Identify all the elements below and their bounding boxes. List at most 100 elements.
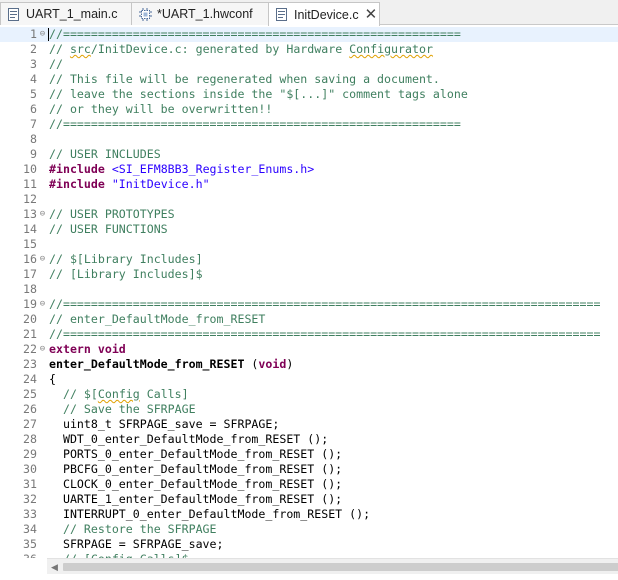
code-line[interactable]: 30 PBCFG_0_enter_DefaultMode_from_RESET … — [0, 462, 618, 477]
line-number: 7 — [30, 117, 37, 131]
c-file-icon — [276, 8, 288, 21]
line-number: 17 — [23, 267, 37, 281]
code-line[interactable]: 1 ⊖//====================================… — [0, 27, 618, 42]
line-number: 34 — [23, 522, 37, 536]
code-line[interactable]: 14 // USER FUNCTIONS — [0, 222, 618, 237]
code-line[interactable]: 10 #include <SI_EFM8BB3_Register_Enums.h> — [0, 162, 618, 177]
code-token: { — [49, 372, 56, 386]
c-file-icon — [8, 7, 20, 21]
code-line[interactable]: 26 // Save the SFRPAGE — [0, 402, 618, 417]
code-token: // USER FUNCTIONS — [49, 222, 168, 236]
code-text: // leave the sections inside the "$[...]… — [49, 87, 468, 102]
code-line[interactable]: 27 uint8_t SFRPAGE_save = SFRPAGE; — [0, 417, 618, 432]
code-token: Calls] — [139, 387, 189, 401]
code-token: PBCFG_0_enter_DefaultMode_from_RESET (); — [49, 462, 343, 476]
scroll-left-icon[interactable]: ◀ — [51, 562, 58, 573]
fold-toggle-icon[interactable]: ⊖ — [38, 252, 47, 267]
code-text: CLOCK_0_enter_DefaultMode_from_RESET (); — [49, 477, 342, 492]
code-text: // This file will be regenerated when sa… — [49, 72, 440, 87]
code-line[interactable]: 3 // — [0, 57, 618, 72]
code-editor[interactable]: 1 ⊖//====================================… — [0, 26, 618, 558]
horizontal-scrollbar[interactable]: ◀ — [47, 558, 618, 574]
code-text: //======================================… — [49, 27, 461, 42]
code-line[interactable]: 8 — [0, 132, 618, 147]
code-token: //======================================… — [49, 297, 601, 311]
code-line[interactable]: 31 CLOCK_0_enter_DefaultMode_from_RESET … — [0, 477, 618, 492]
code-line[interactable]: 9 // USER INCLUDES — [0, 147, 618, 162]
code-line[interactable]: 28 WDT_0_enter_DefaultMode_from_RESET ()… — [0, 432, 618, 447]
code-text: //======================================… — [49, 297, 600, 312]
line-number: 4 — [30, 72, 37, 86]
code-token: void — [258, 357, 287, 371]
code-line[interactable]: 22 ⊖ extern void — [0, 342, 618, 357]
code-line[interactable]: 34 // Restore the SFRPAGE — [0, 522, 618, 537]
code-line[interactable]: 5 // leave the sections inside the "$[...… — [0, 87, 618, 102]
code-line[interactable]: 15 — [0, 237, 618, 252]
fold-toggle-icon[interactable]: ⊖ — [38, 27, 47, 42]
line-number: 21 — [23, 327, 37, 341]
code-text: uint8_t SFRPAGE_save = SFRPAGE; — [49, 417, 279, 432]
fold-toggle-icon[interactable]: ⊖ — [38, 207, 47, 222]
code-token: // or they will be overwritten!! — [49, 102, 273, 116]
code-line[interactable]: 19 ⊖//===================================… — [0, 297, 618, 312]
code-token: WDT_0_enter_DefaultMode_from_RESET (); — [49, 432, 329, 446]
code-token: #include — [49, 162, 112, 176]
tab-initdevice[interactable]: InitDevice.c ✕ — [268, 2, 380, 26]
code-line[interactable]: 12 — [0, 192, 618, 207]
fold-toggle-icon[interactable]: ⊖ — [38, 342, 47, 357]
fold-toggle-icon[interactable]: ⊖ — [38, 297, 47, 312]
line-number: 28 — [23, 432, 37, 446]
line-number: 10 — [23, 162, 37, 176]
code-line[interactable]: 2 // src/InitDevice.c: generated by Hardw… — [0, 42, 618, 57]
code-token: "InitDevice.h" — [111, 177, 210, 191]
code-token: // leave the sections inside the "$[...]… — [49, 87, 468, 101]
code-token: // Save the SFRPAGE — [49, 402, 196, 416]
code-token: Configurator — [349, 42, 433, 56]
code-line[interactable]: 35 SFRPAGE = SFRPAGE_save; — [0, 537, 618, 552]
code-text: #include <SI_EFM8BB3_Register_Enums.h> — [49, 162, 314, 177]
code-line[interactable]: 4 // This file will be regenerated when s… — [0, 72, 618, 87]
line-number: 13 — [23, 207, 37, 221]
code-token: UARTE_1_enter_DefaultMode_from_RESET (); — [49, 492, 343, 506]
close-icon[interactable]: ✕ — [365, 7, 378, 22]
code-line[interactable]: 23 enter_DefaultMode_from_RESET (void) — [0, 357, 618, 372]
code-line[interactable]: 24 { — [0, 372, 618, 387]
code-text: PBCFG_0_enter_DefaultMode_from_RESET (); — [49, 462, 342, 477]
code-token: INTERRUPT_0_enter_DefaultMode_from_RESET… — [49, 507, 371, 521]
line-number: 30 — [23, 462, 37, 476]
code-token: enter_DefaultMode_from_RESET — [49, 357, 245, 371]
code-line[interactable]: 16 ⊖// $[Library Includes] — [0, 252, 618, 267]
code-line[interactable]: 18 — [0, 282, 618, 297]
code-token: ) — [286, 357, 294, 371]
code-line[interactable]: 13 ⊖// USER PROTOTYPES — [0, 207, 618, 222]
code-line[interactable]: 29 PORTS_0_enter_DefaultMode_from_RESET … — [0, 447, 618, 462]
code-line[interactable]: 7 //=====================================… — [0, 117, 618, 132]
code-text: #include "InitDevice.h" — [49, 177, 210, 192]
code-line[interactable]: 33 INTERRUPT_0_enter_DefaultMode_from_RE… — [0, 507, 618, 522]
line-number: 26 — [23, 402, 37, 416]
scrollbar-thumb[interactable] — [63, 563, 618, 571]
tab-uart-hwconf[interactable]: *UART_1.hwconf — [131, 2, 269, 25]
tab-uart-main[interactable]: UART_1_main.c — [0, 2, 132, 25]
code-line[interactable]: 32 UARTE_1_enter_DefaultMode_from_RESET … — [0, 492, 618, 507]
tab-label: UART_1_main.c — [26, 7, 118, 21]
code-token: PORTS_0_enter_DefaultMode_from_RESET (); — [49, 447, 343, 461]
code-text: // Restore the SFRPAGE — [49, 522, 217, 537]
code-token: // — [49, 57, 63, 71]
code-token: // USER INCLUDES — [49, 147, 161, 161]
code-line[interactable]: 25 // $[Config Calls] — [0, 387, 618, 402]
code-text: // $[Config Calls] — [49, 387, 189, 402]
code-line[interactable]: 11 #include "InitDevice.h" — [0, 177, 618, 192]
code-text: // Save the SFRPAGE — [49, 402, 196, 417]
code-line[interactable]: 17 // [Library Includes]$ — [0, 267, 618, 282]
code-token: //======================================… — [49, 117, 461, 131]
line-number: 9 — [30, 147, 37, 161]
code-line[interactable]: 20 // enter_DefaultMode_from_RESET — [0, 312, 618, 327]
code-line[interactable]: 21 //====================================… — [0, 327, 618, 342]
code-token: extern void — [49, 342, 126, 356]
code-token: src — [69, 42, 91, 56]
code-text: // USER FUNCTIONS — [49, 222, 168, 237]
code-token: // This file will be regenerated when sa… — [49, 72, 440, 86]
code-line[interactable]: 6 // or they will be overwritten!! — [0, 102, 618, 117]
code-text: enter_DefaultMode_from_RESET (void) — [49, 357, 293, 372]
